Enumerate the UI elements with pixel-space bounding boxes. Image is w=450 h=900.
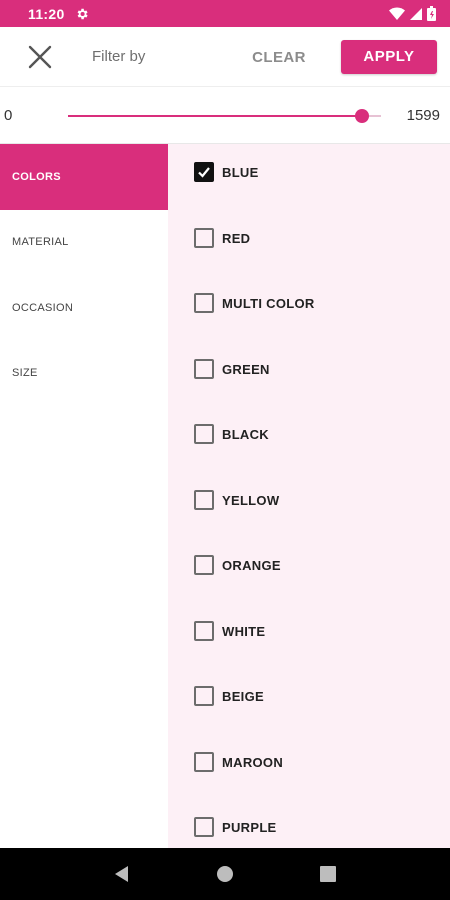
color-options-list: BLUE RED MULTI COLOR GREEN BLACK YELLOW … (168, 144, 450, 848)
option-white[interactable]: WHITE (194, 621, 265, 641)
clear-button[interactable]: CLEAR (246, 45, 312, 71)
category-label: SIZE (12, 367, 38, 380)
checkbox[interactable] (194, 228, 214, 248)
option-label: BLUE (222, 164, 259, 180)
checkbox[interactable] (194, 752, 214, 772)
option-label: MAROON (222, 754, 284, 770)
price-slider-fill (68, 115, 363, 117)
checkbox[interactable] (194, 293, 214, 313)
signal-icon (410, 7, 422, 20)
option-label: WHITE (222, 623, 266, 639)
price-slider-thumb[interactable] (355, 109, 370, 123)
category-material[interactable]: MATERIAL (0, 210, 168, 276)
check-icon (198, 167, 210, 178)
option-label: GREEN (222, 361, 270, 377)
category-size[interactable]: SIZE (0, 341, 168, 407)
wifi-icon (389, 7, 405, 20)
system-nav-bar (0, 848, 450, 900)
option-maroon[interactable]: MAROON (194, 752, 283, 772)
apply-button[interactable]: APPLY (341, 40, 437, 74)
option-label: ORANGE (222, 557, 281, 573)
price-range: 0 1599 (0, 88, 450, 144)
option-label: YELLOW (222, 492, 280, 508)
price-max-label: 1599 (406, 107, 440, 124)
category-occasion[interactable]: OCCASION (0, 275, 168, 341)
category-colors[interactable]: COLORS (0, 144, 168, 210)
option-label: MULTI COLOR (222, 295, 315, 311)
checkbox[interactable] (194, 359, 214, 379)
checkbox[interactable] (194, 686, 214, 706)
checkbox[interactable] (194, 162, 214, 182)
option-label: PURPLE (222, 819, 277, 835)
status-bar: 11:20 (0, 0, 450, 27)
option-purple[interactable]: PURPLE (194, 817, 277, 837)
recents-icon (320, 866, 337, 882)
option-multi-color[interactable]: MULTI COLOR (194, 293, 315, 313)
option-label: RED (222, 230, 251, 246)
price-min-label: 0 (4, 107, 13, 124)
back-button[interactable] (107, 859, 137, 889)
option-label: BEIGE (222, 688, 264, 704)
page-title: Filter by (92, 48, 146, 65)
option-orange[interactable]: ORANGE (194, 555, 281, 575)
category-label: MATERIAL (12, 236, 69, 249)
checkbox[interactable] (194, 555, 214, 575)
filter-category-list: COLORS MATERIAL OCCASION SIZE (0, 144, 168, 848)
checkbox[interactable] (194, 424, 214, 444)
category-label: OCCASION (12, 301, 74, 314)
checkbox[interactable] (194, 621, 214, 641)
price-slider[interactable] (68, 109, 381, 123)
option-yellow[interactable]: YELLOW (194, 490, 279, 510)
option-blue[interactable]: BLUE (194, 162, 259, 182)
home-button[interactable] (210, 859, 240, 889)
close-icon[interactable] (26, 43, 54, 71)
back-icon (114, 866, 128, 882)
filter-header: Filter by CLEAR APPLY (0, 27, 450, 87)
checkbox[interactable] (194, 817, 214, 837)
option-beige[interactable]: BEIGE (194, 686, 264, 706)
option-green[interactable]: GREEN (194, 359, 270, 379)
gear-icon (77, 8, 88, 19)
option-black[interactable]: BLACK (194, 424, 269, 444)
category-label: COLORS (12, 170, 61, 183)
option-label: BLACK (222, 426, 269, 442)
home-icon (216, 866, 233, 882)
checkbox[interactable] (194, 490, 214, 510)
option-red[interactable]: RED (194, 228, 250, 248)
battery-icon (427, 6, 436, 21)
recents-button[interactable] (313, 859, 343, 889)
status-time: 11:20 (28, 5, 65, 22)
